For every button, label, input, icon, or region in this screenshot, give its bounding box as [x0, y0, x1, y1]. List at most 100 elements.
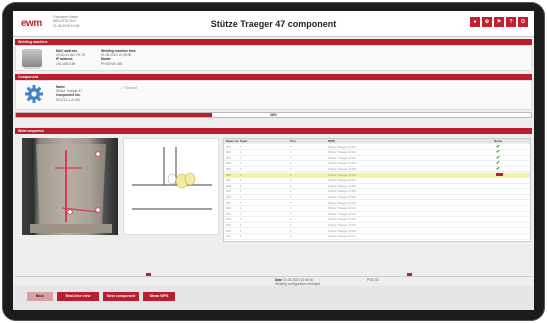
cell-pos: 1 [290, 172, 292, 177]
section-weld-sequence[interactable]: Weld sequence [15, 128, 532, 134]
cell-spec: 1 [240, 195, 242, 199]
cell-pos: 1 [290, 234, 292, 239]
table-row[interactable]: 017 1 1 Stütze Traeger 47/17 [224, 234, 530, 240]
table-row[interactable]: 005 1 1 Stütze Traeger 47/05 ✔ [224, 167, 530, 173]
show-wps-button[interactable]: Show WPS [143, 292, 175, 301]
tag-icon: ✓ [121, 86, 124, 90]
col-wps[interactable]: WPS [328, 139, 335, 144]
check-icon: ✔ [496, 155, 501, 161]
cell-pos: 1 [290, 144, 292, 149]
flag-icon[interactable]: ⚑ [494, 17, 504, 27]
cell-seam-no: 005 [226, 167, 232, 171]
table-row[interactable]: 013 1 1 Stütze Traeger 47/13 [224, 211, 530, 218]
table-row[interactable]: 010 1 1 Stütze Traeger 47/10 [224, 195, 530, 201]
model-value: PHOENIX 355 [101, 61, 123, 66]
cell-pos: 1 [290, 228, 292, 233]
cell-pos: 1 [290, 195, 292, 199]
cell-spec: 1 [240, 206, 242, 211]
cell-name: Stütze Traeger 47/13 [328, 211, 357, 216]
cell-pos: 1 [290, 183, 292, 188]
ip-label: IP address [56, 57, 73, 62]
component-photo-drawing [30, 144, 112, 233]
table-row[interactable]: 015 1 1 Stütze Traeger 47/15 [224, 223, 530, 229]
check-icon: ✔ [496, 144, 501, 150]
table-row[interactable]: 012 1 1 Stütze Traeger 47/12 [224, 206, 530, 212]
table-row[interactable]: 014 1 1 Stütze Traeger 47/14 [224, 217, 530, 223]
cell-name: Stütze Traeger 47/03 [328, 155, 357, 160]
cell-spec: 1 [240, 155, 242, 160]
table-row[interactable]: 008 1 1 Stütze Traeger 47/08 [224, 183, 530, 190]
table-row[interactable]: 001 1 1 Stütze Traeger 47/01 ✔ [224, 145, 530, 150]
col-name[interactable]: Name [494, 139, 502, 144]
settings-icon[interactable]: ⚙ [482, 17, 492, 27]
table-row[interactable]: 006 1 1 Stütze Traeger 47/06 [224, 172, 530, 178]
component-panel: Name Stütze Traeger 47 Component No. SZ4… [15, 80, 532, 110]
cell-spec: 1 [240, 167, 242, 171]
cell-name: Stütze Traeger 47/16 [328, 228, 357, 233]
cell-spec: 1 [240, 217, 242, 222]
page-title: Stütze Traeger 47 component [210, 19, 337, 29]
help-icon[interactable]: ? [506, 17, 516, 27]
seam-drawing-svg [132, 147, 212, 210]
table-row[interactable]: 016 1 1 Stütze Traeger 47/16 [224, 229, 530, 234]
table-row[interactable]: 009 1 1 Stütze Traeger 47/09 [224, 189, 530, 195]
col-seam-no[interactable]: Seam no. [226, 139, 239, 144]
component-no-value: SZ4711-1-A-000 [56, 97, 81, 102]
cell-name: Stütze Traeger 47/08 [328, 183, 357, 188]
cell-spec: 1 [240, 150, 242, 155]
table-row[interactable]: 011 1 1 Stütze Traeger 47/11 [224, 201, 530, 206]
cell-pos: 1 [290, 167, 292, 171]
weld-sequence-table: Seam no. Spec. Pos. WPS Name 001 1 1 Stütze… [223, 138, 531, 242]
col-pos[interactable]: Pos. [290, 139, 296, 144]
welding-machine-icon [22, 49, 42, 67]
real-time-view-button[interactable]: Real-time view [57, 292, 99, 301]
cell-pos: 1 [290, 206, 292, 211]
table-row[interactable]: 007 1 1 Stütze Traeger 47/07 [224, 178, 530, 184]
col-spec[interactable]: Spec. [240, 139, 248, 144]
cell-seam-no: 007 [226, 178, 232, 183]
cell-spec: 1 [240, 144, 242, 149]
cell-name: Stütze Traeger 47/14 [328, 217, 357, 222]
table-row[interactable]: 003 1 1 Stütze Traeger 47/03 ✔ [224, 155, 530, 162]
component-progress-bar: 38% [15, 112, 532, 118]
cell-name: Stütze Traeger 47/09 [328, 189, 357, 194]
cell-name: Stütze Traeger 47/07 [328, 178, 357, 183]
app-screen: ewm Firstname Name WELDTECH42 01.06.2015… [13, 11, 534, 310]
cell-name: Stütze Traeger 47/01 [328, 144, 357, 149]
power-icon[interactable]: ⏻ [518, 17, 528, 27]
footer-toolbar: Back Real-time view Next component Show … [13, 286, 534, 310]
table-row[interactable]: 004 1 1 Stütze Traeger 47/04 ✔ [224, 161, 530, 167]
check-icon: ✔ [496, 167, 501, 172]
cell-name: Stütze Traeger 47/02 [328, 150, 357, 155]
cell-seam-no: 001 [226, 144, 232, 149]
cell-pos: 1 [290, 161, 292, 166]
progress-label: 38% [269, 113, 278, 117]
cell-seam-no: 015 [226, 223, 232, 227]
cell-name: Stütze Traeger 47/17 [328, 234, 357, 239]
table-row[interactable]: 002 1 1 Stütze Traeger 47/02 ✔ [224, 150, 530, 156]
machine-caption: Phoenix Puls [24, 67, 40, 70]
check-icon: ✔ [496, 161, 501, 167]
ip-value: 192.168.0.55 [56, 61, 76, 66]
cell-spec: 1 [240, 183, 242, 188]
cell-name: Stütze Traeger 47/05 [328, 167, 357, 171]
back-button[interactable]: Back [27, 292, 53, 301]
status-right-value: PNE-35 [367, 278, 379, 282]
next-component-button[interactable]: Next component [103, 292, 139, 301]
cell-name: Stütze Traeger 47/10 [328, 195, 357, 199]
component-info: Name Stütze Traeger 47 Component No. SZ4… [56, 85, 82, 102]
user-icon[interactable]: ● [470, 17, 480, 27]
cell-pos: 1 [290, 211, 292, 216]
machine-info-col1: MAC address 00-80-41-AE-FD-7E IP address… [56, 49, 85, 66]
cell-spec: 1 [240, 161, 242, 166]
cell-seam-no: 013 [226, 211, 232, 216]
cell-pos: 1 [290, 200, 292, 205]
component-photo [22, 138, 118, 235]
cell-seam-no: 002 [226, 150, 232, 155]
cell-seam-no: 011 [226, 200, 231, 205]
cell-name: Stütze Traeger 47/12 [328, 206, 357, 211]
in-progress-icon [496, 173, 503, 178]
cell-spec: 1 [240, 211, 242, 216]
cell-pos: 1 [290, 189, 292, 194]
cell-spec: 1 [240, 189, 242, 194]
